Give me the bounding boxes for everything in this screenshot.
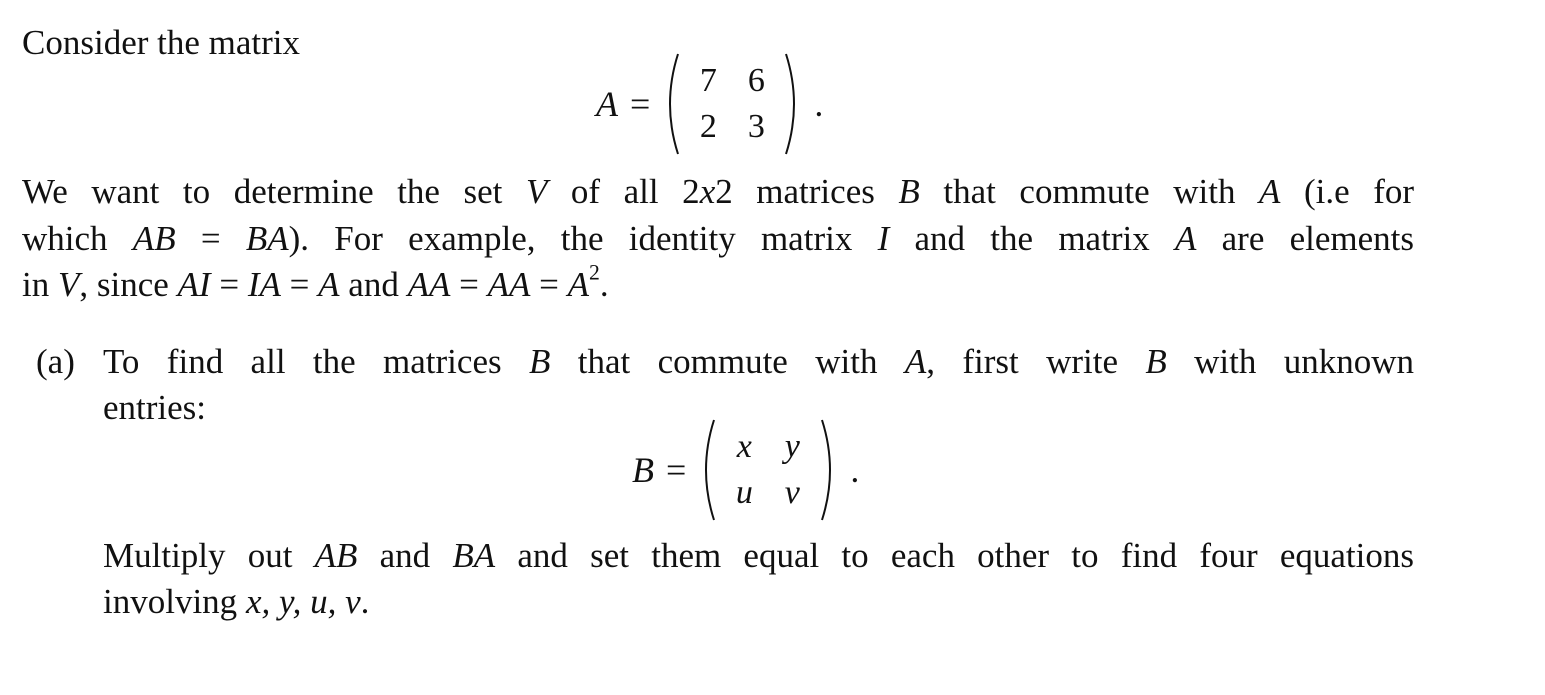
- math-x: x: [699, 172, 716, 211]
- period: .: [814, 84, 824, 124]
- period: .: [850, 450, 860, 490]
- matrix-b-entries: x y u v: [720, 424, 816, 516]
- matrix-a-entry: 2: [699, 108, 717, 145]
- period: .: [360, 582, 370, 621]
- math-b: B: [898, 172, 920, 211]
- math-aa: AA: [407, 265, 451, 304]
- math-v: V: [525, 172, 548, 211]
- matrix-a-name: A: [596, 84, 618, 124]
- equals-sign: =: [280, 265, 319, 304]
- math-b: B: [1145, 342, 1167, 381]
- text-segment: are elements: [1196, 219, 1415, 258]
- paragraph-line-2: which AB = BA). For example, the identit…: [22, 221, 1414, 256]
- equals-sign: =: [175, 219, 246, 258]
- right-parenthesis-icon: [785, 53, 796, 155]
- equals-sign: =: [210, 265, 248, 304]
- text-segment: ). For example, the identity matrix: [288, 219, 878, 258]
- text-segment: that commute with: [919, 172, 1260, 211]
- instruction-line-1: Multiply out AB and BA and set them equa…: [103, 538, 1414, 573]
- part-a-line-1: To find all the matrices B that commute …: [103, 344, 1414, 379]
- text-segment: in: [22, 265, 58, 304]
- left-parenthesis-icon: [669, 53, 680, 155]
- text-segment: , since: [79, 265, 178, 304]
- matrix-a-equation: A = 7 6 2 3 .: [596, 52, 823, 156]
- math-a: A: [904, 342, 927, 381]
- text-segment: and: [357, 536, 453, 575]
- part-a-line-2: entries:: [103, 388, 207, 427]
- math-ba: BA: [452, 536, 496, 575]
- math-a: A: [1259, 172, 1281, 211]
- math-b: B: [528, 342, 551, 381]
- matrix-b-entry: x: [736, 428, 752, 465]
- text-segment: involving: [103, 582, 246, 621]
- intro-text: Consider the matrix: [22, 23, 301, 62]
- text-segment: Multiply out: [103, 536, 315, 575]
- matrix-a-entry: 7: [699, 62, 717, 99]
- equals-sign: =: [630, 84, 651, 124]
- matrix-b-name: B: [632, 450, 654, 490]
- text-segment: of all 2: [547, 172, 700, 211]
- equals-sign: =: [666, 450, 687, 490]
- paragraph-line-1: We want to determine the set V of all 2x…: [22, 174, 1414, 209]
- matrix-b-entry: v: [784, 474, 800, 511]
- math-a: A: [318, 265, 340, 304]
- math-ia: IA: [247, 265, 281, 304]
- math-ba: BA: [245, 219, 289, 258]
- left-parenthesis-icon: [705, 419, 716, 521]
- paragraph-line-3: in V, since AI = IA = A and AA = AA = A2…: [22, 262, 609, 304]
- part-a-label: (a): [36, 342, 75, 381]
- matrix-b-equation: B = x y u v .: [632, 418, 859, 522]
- matrix-b-entry: y: [784, 428, 800, 465]
- math-a-squared: A: [567, 265, 589, 304]
- matrix-a-entry: 6: [747, 62, 765, 99]
- math-v: V: [57, 265, 80, 304]
- math-a: A: [1174, 219, 1197, 258]
- instruction-line-2: involving x, y, u, v.: [103, 584, 369, 619]
- text-segment: 2 matrices: [715, 172, 899, 211]
- math-ab: AB: [314, 536, 358, 575]
- text-segment: which: [22, 219, 133, 258]
- text-segment: and: [339, 265, 408, 304]
- math-ab: AB: [132, 219, 176, 258]
- text-segment: that commute with: [550, 342, 905, 381]
- text-segment: and the matrix: [889, 219, 1175, 258]
- text-segment: with unknown: [1166, 342, 1415, 381]
- equals-sign: =: [450, 265, 488, 304]
- text-segment: (i.e for: [1280, 172, 1415, 211]
- text-segment: We want to determine the set: [22, 172, 526, 211]
- matrix-a-entries: 7 6 2 3: [684, 58, 780, 150]
- text-segment: , first write: [926, 342, 1146, 381]
- text-segment: To find all the matrices: [103, 342, 529, 381]
- math-i: I: [877, 219, 890, 258]
- matrix-a-entry: 3: [747, 108, 765, 145]
- math-aa: AA: [487, 265, 531, 304]
- period: .: [599, 265, 609, 304]
- right-parenthesis-icon: [821, 419, 832, 521]
- math-ai: AI: [177, 265, 211, 304]
- equals-sign: =: [530, 265, 568, 304]
- text-segment: and set them equal to each other to find…: [495, 536, 1414, 575]
- exponent: 2: [589, 260, 600, 285]
- math-variables: x, y, u, v: [245, 582, 361, 621]
- matrix-b-entry: u: [735, 474, 753, 511]
